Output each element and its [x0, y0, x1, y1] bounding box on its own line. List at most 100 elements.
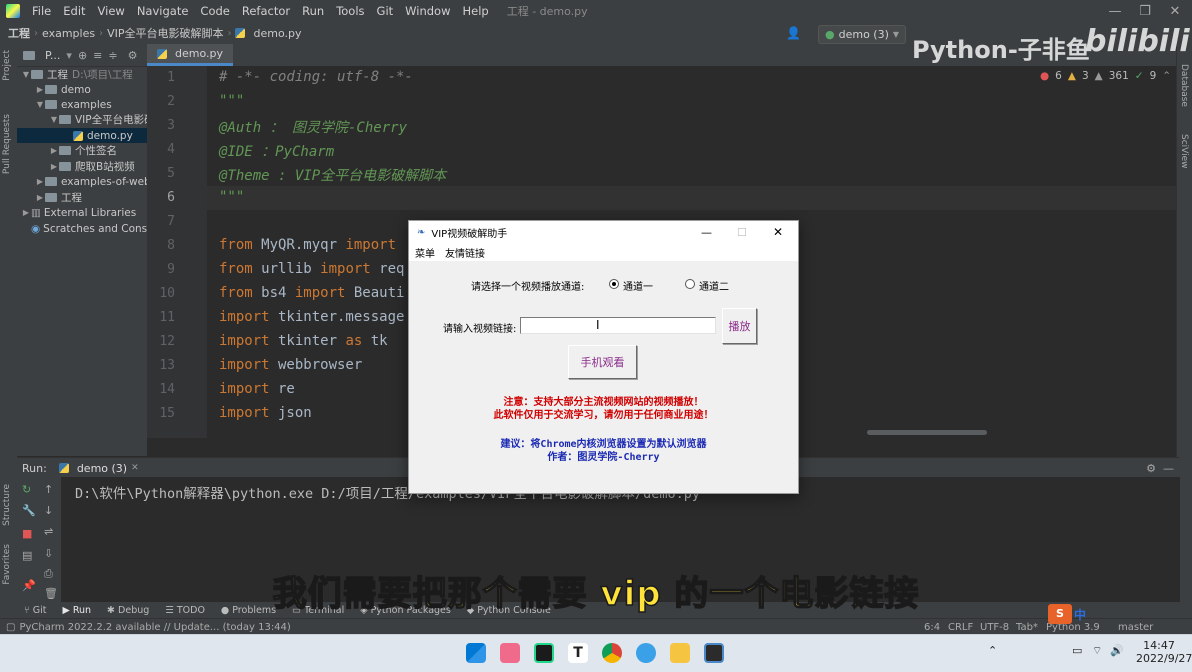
scroll-to-end-icon[interactable]: ⇩ [44, 547, 53, 560]
caret-position[interactable]: 6:4 [924, 622, 940, 633]
arrow-up-icon[interactable]: ↑ [44, 483, 53, 496]
network-icon[interactable]: ⌔ [1092, 644, 1102, 658]
minimize-icon[interactable]: — [701, 226, 712, 239]
hide-panel-icon[interactable]: — [1163, 462, 1174, 475]
chevron-down-icon[interactable]: ▾ [66, 49, 72, 62]
chevron-right-icon[interactable]: ▶ [35, 85, 45, 94]
git-branch[interactable]: master [1118, 622, 1153, 633]
rerun-icon[interactable]: ↻ [22, 483, 31, 496]
menu-window[interactable]: Window [399, 4, 456, 18]
play-button[interactable]: 播放 [722, 308, 757, 344]
wrench-icon[interactable]: 🔧 [22, 504, 36, 517]
gear-icon[interactable]: ⚙ [1146, 462, 1156, 475]
channel-2-radio[interactable] [685, 279, 695, 289]
menu-run[interactable]: Run [296, 4, 330, 18]
text-cursor-icon: I [596, 318, 600, 332]
close-window-icon[interactable]: ✕ [1160, 0, 1190, 22]
breadcrumb-file[interactable]: demo.py [249, 27, 305, 40]
url-input[interactable] [520, 317, 716, 334]
chevron-right-icon[interactable]: ▶ [35, 177, 45, 186]
menu-edit[interactable]: Edit [57, 4, 91, 18]
minimize-icon[interactable]: — [1100, 0, 1130, 22]
tree-item-external-libraries[interactable]: ▶ ▥ External Libraries [17, 205, 151, 220]
user-icon[interactable]: 👤 [786, 26, 801, 40]
file-explorer-icon[interactable] [670, 643, 690, 663]
chevron-right-icon[interactable]: ▶ [49, 146, 59, 155]
ime-mode[interactable]: 中 [1074, 606, 1086, 623]
dialog-title-bar[interactable]: ❧ VIP视频破解助手 — ☐ ✕ [409, 221, 798, 243]
file-encoding[interactable]: UTF-8 [980, 622, 1009, 633]
soft-wrap-icon[interactable]: ⇌ [44, 525, 53, 538]
maximize-icon[interactable]: ❐ [1130, 0, 1160, 22]
tree-item-project-root[interactable]: ▼ 工程 D:\项目\工程 [17, 67, 151, 82]
chevron-down-icon[interactable]: ▼ [49, 115, 59, 124]
mobile-watch-button[interactable]: 手机观看 [568, 345, 637, 379]
line-number: 9 [167, 262, 175, 277]
status-message[interactable]: PyCharm 2022.2.2 available // Update... … [19, 622, 290, 633]
chevron-up-icon[interactable]: ⌃ [1162, 70, 1171, 82]
tree-item-examples-of-web[interactable]: ▶ examples-of-web- [17, 174, 165, 189]
typora-icon[interactable]: T [568, 643, 588, 663]
app-icon[interactable] [500, 643, 520, 663]
project-stripe-button[interactable]: Project [2, 50, 12, 81]
chevron-up-icon[interactable]: ⌃ [988, 644, 997, 657]
tree-item-examples[interactable]: ▼ examples [17, 97, 165, 112]
menu-file[interactable]: File [26, 4, 57, 18]
chevron-down-icon[interactable]: ▼ [35, 100, 45, 109]
horizontal-scrollbar[interactable] [867, 430, 987, 435]
search-app-icon[interactable] [636, 643, 656, 663]
sciview-stripe-button[interactable]: SciView [1179, 134, 1189, 169]
expand-all-icon[interactable]: ≡ [93, 49, 102, 62]
locate-icon[interactable]: ⊕ [78, 49, 87, 62]
chevron-right-icon[interactable]: ▶ [21, 208, 31, 217]
gear-icon[interactable]: ⚙ [128, 49, 138, 62]
dialog-menu-links[interactable]: 友情链接 [440, 245, 490, 260]
menu-help[interactable]: Help [457, 4, 495, 18]
windows-start-icon[interactable] [466, 643, 486, 663]
structure-stripe-button[interactable]: Structure [2, 484, 12, 526]
python-window-icon[interactable] [704, 643, 724, 663]
close-tab-icon[interactable]: ✕ [131, 463, 139, 473]
pull-requests-stripe-button[interactable]: Pull Requests [2, 114, 12, 174]
volume-icon[interactable]: 🔊 [1110, 644, 1124, 657]
menu-git[interactable]: Git [371, 4, 400, 18]
breadcrumb-examples[interactable]: examples [38, 27, 99, 40]
chevron-right-icon[interactable]: ▶ [49, 162, 59, 171]
breadcrumb-project[interactable]: 工程 [0, 25, 34, 41]
tree-item-demo[interactable]: ▶ demo [17, 82, 165, 97]
inspection-widget[interactable]: ●6 ▲3 ▲361 ✓9 ⌃ ⌄ [1040, 70, 1186, 82]
line-separator[interactable]: CRLF [948, 622, 973, 633]
chevron-right-icon[interactable]: ▶ [35, 193, 45, 202]
clock[interactable]: 14:47 2022/9/27 [1136, 639, 1192, 665]
folder-icon [31, 70, 43, 79]
tree-item-project-sub[interactable]: ▶ 工程 [17, 190, 165, 205]
chrome-icon[interactable] [602, 643, 622, 663]
tab-demo-py[interactable]: demo.py [147, 44, 233, 66]
menu-code[interactable]: Code [194, 4, 235, 18]
run-configuration-select[interactable]: ● demo (3) ▼ [818, 25, 907, 44]
menu-tools[interactable]: Tools [330, 4, 370, 18]
pycharm-taskbar-icon[interactable] [534, 643, 554, 663]
channel-2-label[interactable]: 通道二 [699, 278, 729, 293]
channel-1-radio[interactable] [609, 279, 619, 289]
menu-refactor[interactable]: Refactor [236, 4, 296, 18]
menu-navigate[interactable]: Navigate [131, 4, 195, 18]
monitor-icon[interactable]: ▭ [1072, 644, 1082, 657]
database-stripe-button[interactable]: Database [1179, 64, 1189, 107]
chevron-down-icon[interactable]: ▼ [21, 70, 31, 79]
run-tab[interactable]: demo (3) ✕ [58, 462, 139, 475]
maximize-icon[interactable]: ☐ [737, 226, 747, 239]
layout-icon[interactable]: ▤ [22, 549, 32, 562]
indent-setting[interactable]: Tab* [1016, 622, 1038, 633]
channel-1-label[interactable]: 通道一 [623, 278, 653, 293]
tree-item-scratches[interactable]: ◉ Scratches and Consol [17, 221, 161, 236]
breadcrumb-folder[interactable]: VIP全平台电影破解脚本 [103, 25, 227, 41]
project-view-select[interactable]: P... [45, 49, 60, 62]
dialog-menu-main[interactable]: 菜单 [410, 245, 440, 260]
close-icon[interactable]: ✕ [773, 225, 783, 239]
arrow-down-icon[interactable]: ↓ [44, 504, 53, 517]
sogou-ime-icon[interactable]: S [1048, 604, 1072, 624]
stop-icon[interactable]: ■ [22, 527, 32, 540]
collapse-all-icon[interactable]: ≑ [108, 49, 117, 62]
menu-view[interactable]: View [92, 4, 131, 18]
